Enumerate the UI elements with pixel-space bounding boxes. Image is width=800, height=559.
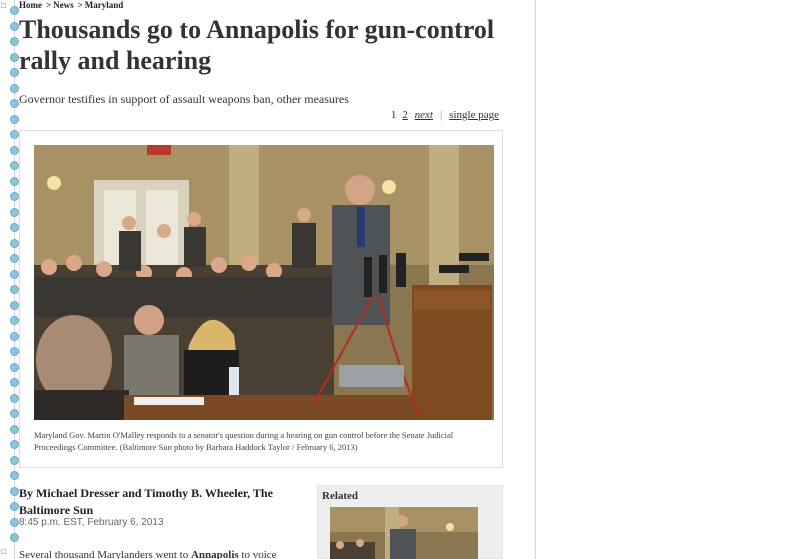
rail-dot [10, 471, 19, 480]
related-photo-illustration [330, 507, 478, 559]
related-thumbnail[interactable] [330, 507, 478, 559]
rail-dot [10, 502, 19, 511]
breadcrumb: Home > News > Maryland [19, 0, 123, 10]
article-photo[interactable] [34, 145, 494, 420]
rail-dot [10, 316, 19, 325]
article-subhead: Governor testifies in support of assault… [19, 92, 349, 106]
article-headline: Thousands go to Annapolis for gun-contro… [19, 15, 495, 75]
pager-page-2-link[interactable]: 2 [402, 109, 408, 121]
article-byline: By Michael Dresser and Timothy B. Wheele… [19, 486, 273, 517]
rail-dot [10, 455, 19, 465]
rail-dot [10, 238, 19, 248]
rail-dot [10, 176, 19, 186]
rail-dot [10, 285, 19, 294]
rail-dot [10, 83, 19, 93]
rail-dot [10, 486, 19, 496]
breadcrumb-home-link[interactable]: Home [19, 0, 42, 10]
rail-dot [10, 161, 19, 170]
rail-dot [10, 440, 19, 449]
breadcrumb-separator: > [46, 0, 52, 10]
rail-dot [10, 269, 19, 279]
rail-dot [10, 378, 19, 387]
rail-dot [10, 533, 19, 542]
pager-next-link[interactable]: next [415, 109, 433, 121]
rail-dot [10, 347, 19, 356]
browser-page: ▫ ▫ Home > News > Maryland Thousands go to A… [0, 0, 800, 559]
photo-caption: Maryland Gov. Martin O'Malley responds t… [34, 430, 454, 452]
annapolis-link[interactable]: Annapolis [191, 549, 239, 559]
rail-dot [10, 99, 19, 108]
rail-dot [10, 6, 19, 15]
rail-dot [10, 393, 19, 403]
lede-text: Several thousand Marylanders went to [19, 549, 191, 559]
rail-dot [10, 409, 19, 418]
rail-dot [10, 52, 19, 62]
rail-dot [10, 130, 19, 139]
rail-dot [10, 223, 19, 232]
related-heading: Related [322, 490, 359, 502]
rail-dot [10, 114, 19, 124]
rail-dot [10, 207, 19, 217]
article-timestamp: 8:45 p.m. EST, February 6, 2013 [19, 517, 164, 528]
rail-dot [10, 517, 19, 527]
rail-dot [10, 68, 19, 77]
pager-current-page: 1 [390, 109, 397, 121]
rail-dot [10, 331, 19, 341]
breadcrumb-news-link[interactable]: News [53, 0, 74, 10]
photo-container: Maryland Gov. Martin O'Malley responds t… [19, 130, 503, 468]
article-pager: 12 next | single page [391, 109, 499, 121]
hearing-photo-illustration [34, 145, 494, 420]
blank-right-pane [536, 0, 800, 559]
page-corner-icon: ▫ [0, 546, 7, 557]
rail-dot [10, 37, 19, 46]
rail-dot [10, 145, 19, 155]
related-box: Related [317, 485, 503, 559]
pager-separator: | [440, 109, 443, 121]
article-lede: Several thousand Marylanders went to Ann… [19, 549, 277, 559]
rail-dot [10, 192, 19, 201]
breadcrumb-separator: > [77, 0, 83, 10]
single-page-link[interactable]: single page [449, 109, 499, 121]
rail-dot [10, 21, 19, 31]
lede-text-end: to voice [238, 549, 277, 559]
rail-dot [10, 300, 19, 310]
breadcrumb-maryland-link[interactable]: Maryland [85, 0, 124, 10]
rail-dot [10, 424, 19, 434]
rail-dot [10, 362, 19, 372]
rail-dot [10, 254, 19, 263]
